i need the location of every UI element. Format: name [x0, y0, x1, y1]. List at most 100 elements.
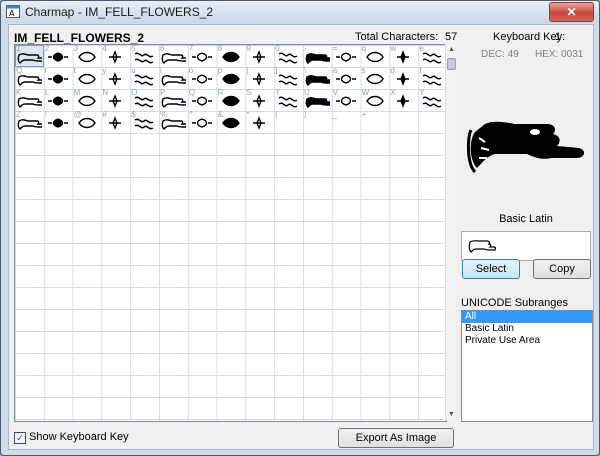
char-cell[interactable]: T [274, 88, 303, 111]
title-bar[interactable]: A Charmap - IM_FELL_FLOWERS_2 ✕ [1, 1, 599, 23]
ornament-glyph-icon [77, 73, 96, 85]
char-cell[interactable]: 8 [217, 45, 246, 67]
char-cell[interactable] [389, 111, 418, 133]
select-button[interactable]: Select [462, 259, 520, 279]
char-cell[interactable]: t [73, 66, 102, 89]
char-cell[interactable]: Z [15, 110, 44, 133]
char-cell[interactable] [418, 133, 446, 155]
scroll-down-icon[interactable]: ▼ [448, 411, 455, 418]
char-cell[interactable] [159, 133, 188, 155]
selected-characters-box[interactable] [461, 231, 591, 261]
char-cell[interactable]: = [332, 45, 361, 67]
char-cell[interactable]: _ [332, 110, 361, 133]
char-cell[interactable] [15, 133, 44, 155]
char-cell[interactable]: R [217, 88, 246, 111]
ornament-glyph-icon [191, 96, 212, 106]
char-cell[interactable]: \ [303, 66, 332, 89]
char-cell[interactable] [217, 133, 246, 155]
char-cell[interactable]: 4 [101, 45, 130, 67]
char-cell[interactable]: p [217, 66, 246, 89]
scroll-thumb[interactable] [447, 58, 456, 70]
char-cell[interactable]: 7 [188, 45, 217, 67]
char-cell[interactable]: S [245, 88, 274, 111]
char-cell[interactable]: ! [44, 110, 73, 133]
char-cell[interactable] [332, 133, 361, 155]
char-cell[interactable]: o [188, 66, 217, 89]
char-cell[interactable]: r [44, 66, 73, 89]
char-cell[interactable] [101, 133, 130, 155]
ornament-glyph-icon [422, 52, 442, 64]
char-cell[interactable]: Q [188, 88, 217, 111]
char-cell[interactable]: M [73, 88, 102, 111]
char-cell[interactable] [44, 133, 73, 155]
char-cell[interactable] [303, 133, 332, 155]
char-cell[interactable]: N [101, 88, 130, 111]
char-cell[interactable]: % [159, 110, 188, 133]
subrange-item[interactable]: All [462, 311, 592, 323]
close-button[interactable]: ✕ [549, 2, 594, 22]
char-cell[interactable]: a [332, 66, 361, 89]
char-cell[interactable] [73, 133, 102, 155]
char-cell[interactable]: V [332, 88, 361, 111]
char-cell[interactable]: - [303, 45, 332, 67]
char-cell[interactable] [274, 133, 303, 155]
char-cell[interactable]: ( [274, 110, 303, 133]
char-cell[interactable]: + [361, 110, 390, 133]
char-cell[interactable]: Q [15, 66, 44, 89]
char-cell[interactable]: [ [245, 66, 274, 89]
char-cell[interactable]: ) [303, 110, 332, 133]
copy-button[interactable]: Copy [533, 259, 591, 279]
subrange-item[interactable]: Private Use Area [462, 335, 592, 347]
char-cell[interactable] [389, 133, 418, 155]
char-cell[interactable]: y [101, 66, 130, 89]
char-cell[interactable]: s [361, 66, 390, 89]
char-cell[interactable]: @ [73, 110, 102, 133]
char-cell[interactable]: 1 [15, 45, 44, 67]
char-cell[interactable]: & [217, 110, 246, 133]
char-cell[interactable]: K [15, 88, 44, 111]
char-cell[interactable]: W [361, 88, 390, 111]
char-cell[interactable]: O [130, 88, 159, 111]
char-cell[interactable]: 5 [130, 45, 159, 67]
char-cell[interactable]: U [303, 88, 332, 111]
char-cell[interactable]: 3 [73, 45, 102, 67]
character-grid[interactable]: 1 2 3 4 5 6 7 8 9 0- = q w e Qr t y u i o p[] \ a s d f K L M N O P Q R S T… [14, 44, 447, 422]
char-cell[interactable]: X [389, 88, 418, 111]
char-cell[interactable]: Y [418, 88, 446, 111]
char-cell[interactable]: f [418, 66, 446, 89]
char-cell[interactable]: i [159, 66, 188, 89]
char-cell[interactable]: u [130, 66, 159, 89]
char-cell[interactable]: L [44, 88, 73, 111]
char-cell[interactable]: 6 [159, 45, 188, 67]
grid-scrollbar[interactable]: ▲ ▼ [445, 44, 456, 420]
ornament-glyph-icon [17, 53, 42, 64]
ornament-glyph-icon [278, 74, 298, 86]
unicode-subranges-list[interactable]: All Basic Latin Private Use Area [461, 310, 593, 422]
char-cell[interactable]: ] [274, 66, 303, 89]
export-as-image-button[interactable]: Export As Image [338, 428, 454, 448]
char-cell[interactable]: e [418, 45, 446, 67]
char-cell[interactable] [130, 133, 159, 155]
char-cell[interactable]: 2 [44, 45, 73, 67]
char-cell[interactable]: 0 [274, 45, 303, 67]
ornament-glyph-icon [77, 117, 96, 129]
char-cell[interactable]: ^ [188, 110, 217, 133]
char-cell[interactable]: P [159, 88, 188, 111]
char-cell[interactable]: $ [130, 110, 159, 133]
char-cell[interactable]: d [389, 66, 418, 89]
char-cell[interactable]: # [101, 110, 130, 133]
checkbox-checked-icon[interactable]: ✓ [14, 432, 26, 444]
glyph-preview-pointing-hand-icon [466, 121, 585, 174]
scroll-up-icon[interactable]: ▲ [448, 46, 455, 53]
ornament-glyph-icon [278, 96, 298, 108]
char-cell[interactable] [188, 133, 217, 155]
char-cell[interactable]: 9 [245, 45, 274, 67]
ornament-glyph-icon [161, 97, 186, 108]
char-cell[interactable]: * [245, 110, 274, 133]
char-cell[interactable] [245, 133, 274, 155]
char-cell[interactable]: w [389, 45, 418, 67]
char-cell[interactable] [361, 133, 390, 155]
char-cell[interactable] [418, 111, 446, 133]
subrange-item[interactable]: Basic Latin [462, 323, 592, 335]
char-cell[interactable]: q [361, 45, 390, 67]
